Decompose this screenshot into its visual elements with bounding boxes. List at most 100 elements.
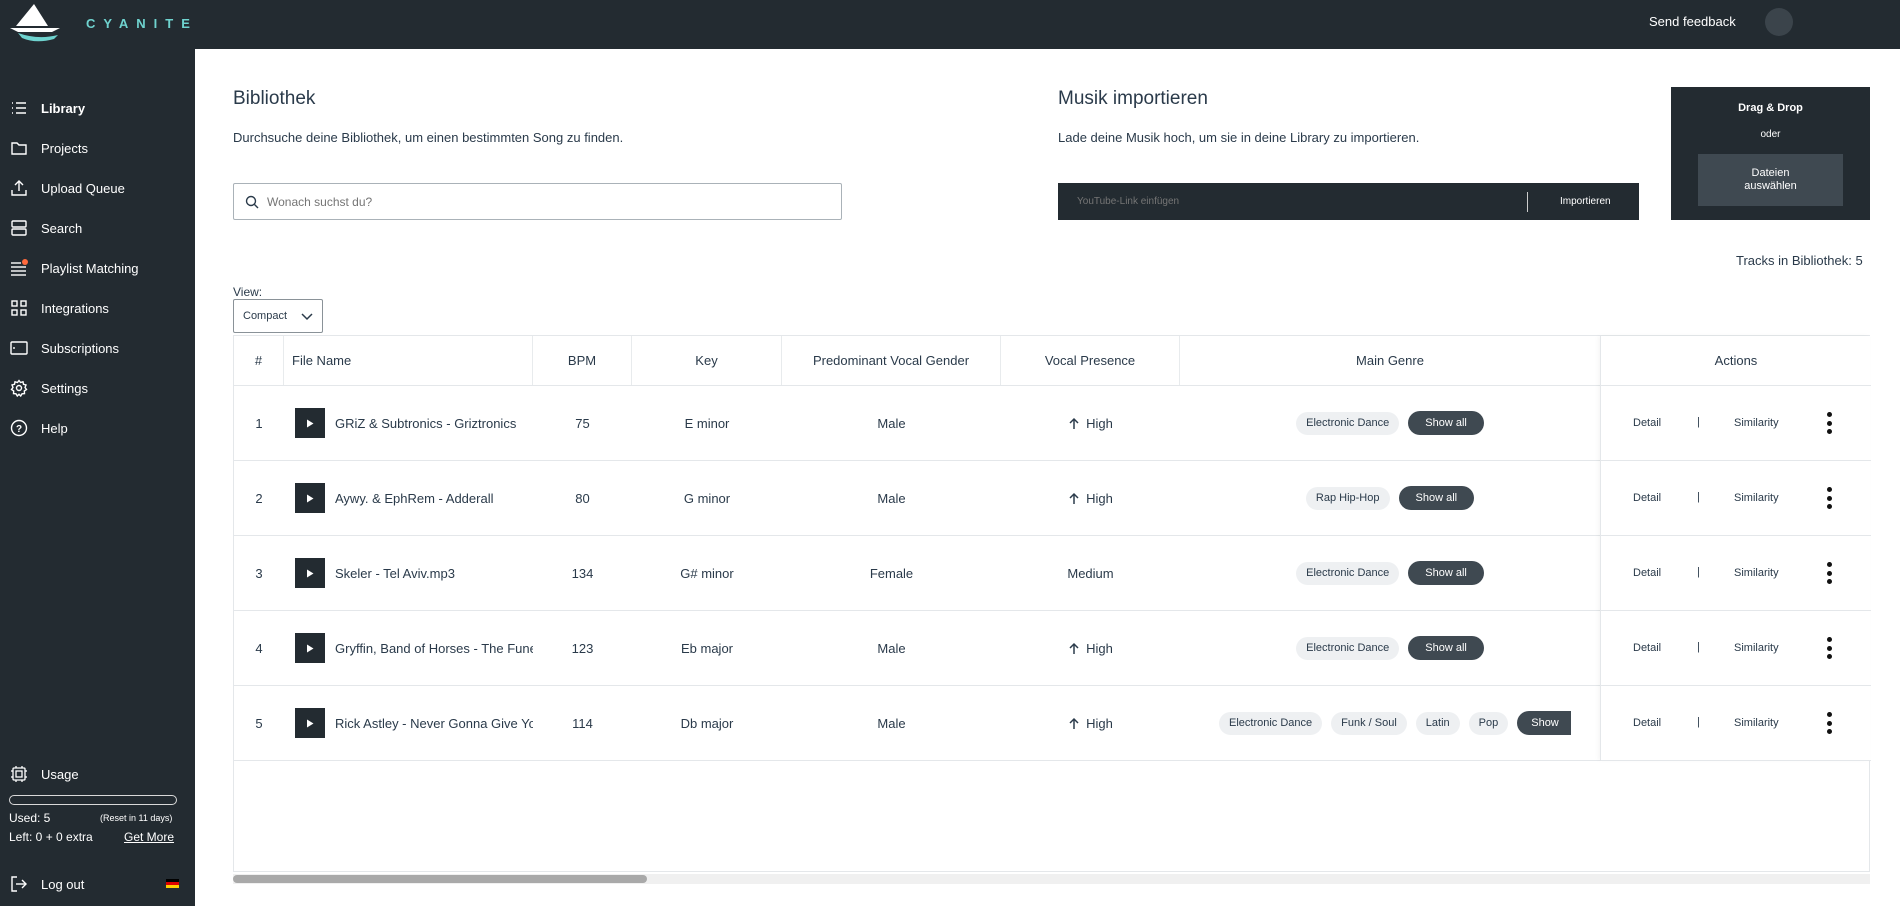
vocal-presence-value: High [1086,490,1113,506]
similarity-button[interactable]: Similarity [1734,492,1779,504]
play-button[interactable] [295,483,325,513]
detail-button[interactable]: Detail [1633,492,1661,504]
header-vocal-presence[interactable]: Vocal Presence [1001,336,1180,385]
file-name[interactable]: Gryffin, Band of Horses - The Funeral [335,641,533,656]
header-vocal-gender[interactable]: Predominant Vocal Gender [782,336,1001,385]
similarity-button[interactable]: Similarity [1734,717,1779,729]
horizontal-scrollbar[interactable] [233,874,1870,884]
sidebar-item-usage[interactable]: Usage [0,757,195,791]
more-options-icon[interactable] [1827,712,1833,736]
select-files-button[interactable]: Dateien auswählen [1698,154,1843,206]
view-select[interactable]: Compact [233,299,323,333]
file-name[interactable]: GRiZ & Subtronics - Griztronics [335,416,516,431]
usage-progress-bar [9,795,177,805]
header-key[interactable]: Key [632,336,782,385]
playlist-icon [10,259,28,277]
import-title: Musik importieren [1058,88,1208,109]
help-icon: ? [10,419,28,437]
chevron-down-icon [301,313,313,321]
sidebar-item-projects[interactable]: Projects [0,131,195,165]
more-options-icon[interactable] [1827,562,1833,586]
file-name[interactable]: Skeler - Tel Aviv.mp3 [335,566,455,581]
detail-button[interactable]: Detail [1633,717,1661,729]
file-name-cell: Rick Astley - Never Gonna Give You Up [284,686,533,760]
library-search-box[interactable] [233,183,842,220]
drag-drop-title: Drag & Drop [1738,102,1803,114]
row-actions: Detail | Similarity [1601,461,1871,536]
vocal-presence-cell: High [1001,461,1180,535]
play-icon [307,719,314,727]
play-button[interactable] [295,633,325,663]
detail-button[interactable]: Detail [1633,567,1661,579]
logout-icon [10,875,28,893]
youtube-link-input[interactable] [1077,196,1517,207]
genre-tag[interactable]: Electronic Dance [1296,411,1400,435]
action-divider: | [1697,641,1700,653]
sidebar-item-settings[interactable]: Settings [0,371,195,405]
row-actions: Detail | Similarity [1601,686,1871,761]
sidebar-item-upload-queue[interactable]: Upload Queue [0,171,195,205]
search-icon [245,195,259,208]
similarity-button[interactable]: Similarity [1734,642,1779,654]
sidebar-item-help[interactable]: ? Help [0,411,195,445]
german-flag-icon[interactable] [166,879,179,888]
library-title: Bibliothek [233,88,316,109]
more-options-icon[interactable] [1827,412,1833,436]
select-files-label-2: auswählen [1744,180,1797,192]
play-button[interactable] [295,708,325,738]
scrollbar-thumb[interactable] [233,875,647,883]
action-divider: | [1697,566,1700,578]
similarity-button[interactable]: Similarity [1734,417,1779,429]
show-all-genres-button[interactable]: Show [1517,711,1571,735]
show-all-genres-button[interactable]: Show all [1408,411,1484,435]
vocal-gender-cell: Male [877,490,906,506]
row-number: 3 [255,565,263,581]
search-input[interactable] [267,194,827,209]
more-options-icon[interactable] [1827,637,1833,661]
main-genre-cell: Electronic Dance Show all [1180,611,1600,685]
sidebar-item-search[interactable]: Search [0,211,195,245]
header-main-genre[interactable]: Main Genre [1180,336,1600,385]
more-options-icon[interactable] [1827,487,1833,511]
genre-tag[interactable]: Electronic Dance [1296,561,1400,585]
genre-tag[interactable]: Pop [1468,711,1509,735]
library-subtitle: Durchsuche deine Bibliothek, um einen be… [233,130,624,145]
sidebar-item-library[interactable]: Library [0,91,195,125]
detail-button[interactable]: Detail [1633,642,1661,654]
detail-button[interactable]: Detail [1633,417,1661,429]
logo-icon [10,4,60,42]
list-icon [10,99,28,117]
file-name[interactable]: Rick Astley - Never Gonna Give You Up [335,716,533,731]
sidebar-item-playlist-matching[interactable]: Playlist Matching [0,251,195,285]
sidebar-item-subscriptions[interactable]: Subscriptions [0,331,195,365]
import-button[interactable]: Importieren [1560,196,1611,207]
similarity-button[interactable]: Similarity [1734,567,1779,579]
vocal-presence-value: Medium [1067,565,1114,581]
header-file-name[interactable]: File Name [284,336,533,385]
send-feedback-link[interactable]: Send feedback [1649,14,1736,29]
drag-drop-zone[interactable]: Drag & Drop oder Dateien auswählen [1671,87,1870,220]
sidebar-item-label: Upload Queue [41,180,125,196]
file-name-cell: Skeler - Tel Aviv.mp3 [284,536,533,610]
show-all-genres-button[interactable]: Show all [1408,636,1484,660]
show-all-genres-button[interactable]: Show all [1398,486,1475,510]
sidebar-item-integrations[interactable]: Integrations [0,291,195,325]
folder-icon [10,139,28,157]
play-button[interactable] [295,558,325,588]
genre-tag[interactable]: Electronic Dance [1296,636,1400,660]
cyanite-logo[interactable]: CYANITE [8,2,190,42]
header-bpm[interactable]: BPM [533,336,632,385]
play-button[interactable] [295,408,325,438]
genre-tag[interactable]: Latin [1415,711,1460,735]
genre-tag[interactable]: Electronic Dance [1219,711,1323,735]
user-avatar[interactable] [1765,8,1793,36]
get-more-link[interactable]: Get More [124,830,174,844]
file-name[interactable]: Aywy. & EphRem - Adderall [335,491,493,506]
show-all-genres-button[interactable]: Show all [1408,561,1484,585]
genre-tag[interactable]: Rap Hip-Hop [1305,486,1390,510]
main-genre-cell: Rap Hip-Hop Show all [1180,461,1600,535]
header-num: # [234,336,284,385]
row-number: 2 [255,490,263,506]
genre-tag[interactable]: Funk / Soul [1331,711,1407,735]
row-number: 5 [255,715,263,731]
